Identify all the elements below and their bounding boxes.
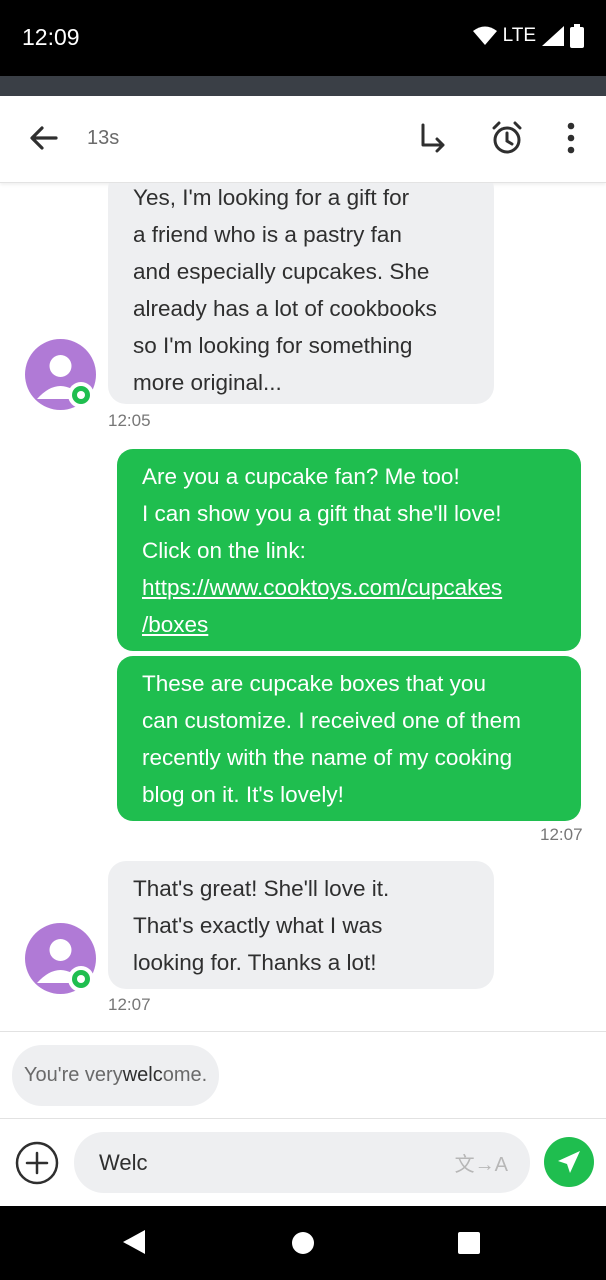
contact-last-seen: 13s [87,127,120,149]
message-link[interactable]: /boxes [142,606,561,643]
status-divider [0,76,606,96]
nav-back-icon[interactable] [121,1228,147,1256]
message-list[interactable]: Yes, I'm looking for a gift for a friend… [0,183,606,1031]
translate-icon[interactable]: 文→A [455,1148,508,1177]
nav-home-icon[interactable] [291,1231,315,1255]
message-timestamp: 12:07 [540,825,583,844]
message-line: These are cupcake boxes that you [142,671,486,696]
conversation-header: 13s [0,96,606,183]
network-type: LTE [502,25,536,46]
message-line: so I'm looking for something [133,333,413,358]
message-line: can customize. I received one of them [142,708,521,733]
nav-recents-icon[interactable] [457,1231,481,1255]
outgoing-message-bubble[interactable]: Are you a cupcake fan? Me too! I can sho… [117,449,581,651]
message-line: looking for. Thanks a lot! [133,950,377,975]
incoming-message-bubble[interactable]: Yes, I'm looking for a gift for a friend… [108,183,494,404]
message-line: and especially cupcakes. She [133,259,430,284]
online-status-icon [68,966,94,992]
online-status-icon [68,382,94,408]
suggestion-match: welc [122,1064,163,1086]
smart-reply-suggestion[interactable]: You're very welc ome. [12,1045,220,1106]
message-line: Yes, I'm looking for a gift for [133,185,410,210]
status-time: 12:09 [22,24,80,50]
message-line: blog on it. It's lovely! [142,782,344,807]
message-input[interactable]: Welc 文→A [74,1132,530,1193]
incoming-message-bubble[interactable]: That's great! She'll love it. That's exa… [108,861,494,989]
signal-icon [542,26,564,46]
send-icon [558,1151,580,1173]
status-bar: 12:09 LTE [0,0,606,76]
message-line: Are you a cupcake fan? Me too! [142,464,460,489]
message-timestamp: 12:07 [108,995,151,1014]
suggestion-suffix: ome. [162,1064,208,1086]
send-button[interactable] [544,1137,594,1187]
message-line: recently with the name of my cooking [142,745,513,770]
message-line: Click on the link: [142,538,306,563]
message-link[interactable]: https://www.cooktoys.com/cupcakes [142,569,561,606]
add-attachment-icon[interactable] [15,1141,59,1185]
suggestion-prefix: You're very [24,1064,123,1086]
reply-arrow-icon[interactable] [413,118,453,158]
message-timestamp: 12:05 [108,411,151,430]
message-line: a friend who is a pastry fan [133,222,402,247]
system-navigation-bar [0,1206,606,1280]
status-icons: LTE [472,24,584,48]
back-arrow-icon[interactable] [24,118,64,158]
message-input-text: Welc [99,1150,148,1175]
message-line: That's great! She'll love it. [133,876,390,901]
outgoing-message-bubble[interactable]: These are cupcake boxes that you can cus… [117,656,581,821]
wifi-icon [472,26,497,45]
alarm-icon[interactable] [487,118,527,158]
divider [0,1031,606,1032]
battery-icon [570,24,584,48]
message-line: already has a lot of cookbooks [133,296,437,321]
more-vert-icon[interactable] [551,118,591,158]
message-line: That's exactly what I was [133,913,383,938]
divider [0,1118,606,1119]
message-line: more original... [133,370,282,395]
message-line: I can show you a gift that she'll love! [142,501,502,526]
